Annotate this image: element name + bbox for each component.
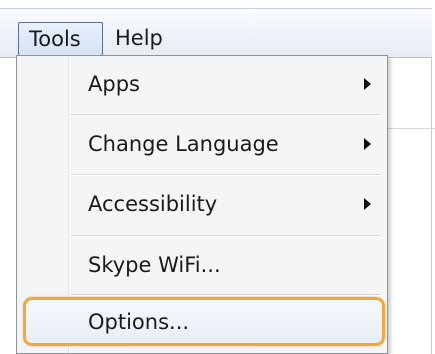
window-border [431,8,432,354]
menu-item-options[interactable]: Options... [17,294,387,349]
menu-tools[interactable]: Tools [18,22,103,56]
menu-separator [70,235,381,237]
menu-item-label: Apps [88,72,140,96]
menu-item-label: Skype WiFi... [88,253,221,277]
submenu-arrow-icon [364,78,371,90]
window-divider [388,128,435,129]
menu-item-label: Change Language [88,132,279,156]
menu-bar: Tools Help [0,8,432,58]
menu-help[interactable]: Help [107,22,171,56]
menu-item-label: Accessibility [88,192,218,216]
tools-dropdown-menu: Apps Change Language Accessibility Skype… [16,55,388,354]
menu-item-skype-wifi[interactable]: Skype WiFi... [17,237,387,293]
menu-item-change-language[interactable]: Change Language [17,116,387,172]
submenu-arrow-icon [364,198,371,210]
menu-item-accessibility[interactable]: Accessibility [17,176,387,232]
menu-separator [70,114,381,116]
menu-item-label: Options... [88,309,190,334]
menu-item-apps[interactable]: Apps [17,56,387,112]
submenu-arrow-icon [364,138,371,150]
menu-separator [70,174,381,176]
